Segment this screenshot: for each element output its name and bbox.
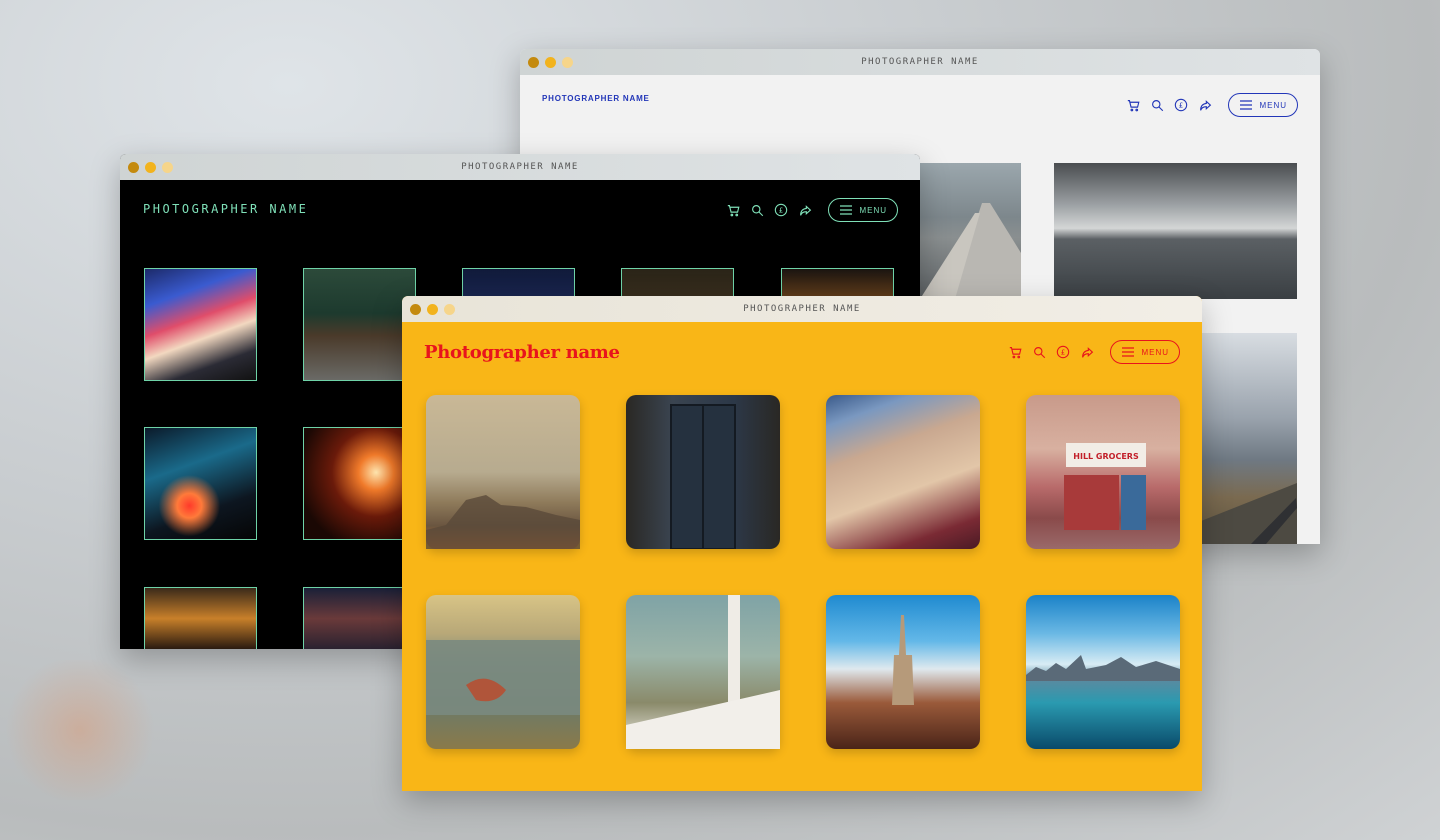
currency-pound-icon[interactable]: £ [774, 203, 788, 217]
gallery-photo-hill-grocers-shop[interactable]: HILL GROCERS [1026, 395, 1180, 549]
site-brand[interactable]: PHOTOGRAPHER NAME [542, 94, 650, 103]
gallery-photo-castle-hill[interactable] [426, 395, 580, 549]
share-icon[interactable] [798, 203, 812, 217]
window-controls [128, 162, 173, 173]
search-icon[interactable] [1032, 345, 1046, 359]
window-title: PHOTOGRAPHER NAME [861, 57, 979, 67]
close-button[interactable] [128, 162, 139, 173]
menu-button[interactable]: MENU [1110, 340, 1180, 364]
window-controls [528, 57, 573, 68]
hamburger-icon [1239, 98, 1253, 112]
menu-button[interactable]: MENU [828, 198, 898, 222]
menu-label: MENU [859, 205, 887, 215]
gallery-photo-empire-state[interactable] [826, 595, 980, 749]
window-title: PHOTOGRAPHER NAME [461, 162, 579, 172]
maximize-button[interactable] [562, 57, 573, 68]
window-title: PHOTOGRAPHER NAME [743, 304, 861, 314]
currency-pound-icon[interactable]: £ [1174, 98, 1188, 112]
menu-button[interactable]: MENU [1228, 93, 1298, 117]
share-icon[interactable] [1080, 345, 1094, 359]
maximize-button[interactable] [444, 304, 455, 315]
gallery-photo-fire-torches[interactable] [303, 427, 416, 540]
search-icon[interactable] [1150, 98, 1164, 112]
gallery-photo-ornate-building[interactable] [826, 395, 980, 549]
site-nav: £ MENU [1126, 93, 1298, 117]
svg-text:£: £ [779, 207, 783, 215]
svg-text:£: £ [1061, 349, 1065, 357]
site-brand[interactable]: Photographer name [424, 342, 620, 363]
gallery-photo-traffic-night[interactable] [144, 427, 257, 540]
window-titlebar: PHOTOGRAPHER NAME [120, 154, 920, 180]
currency-pound-icon[interactable]: £ [1056, 345, 1070, 359]
menu-label: MENU [1141, 347, 1169, 357]
svg-text:HILL GROCERS: HILL GROCERS [1073, 452, 1139, 461]
gallery-photo-walkway[interactable] [920, 163, 1021, 299]
gallery-photo-wooden-door[interactable] [626, 395, 780, 550]
window-titlebar: PHOTOGRAPHER NAME [402, 296, 1202, 322]
minimize-button[interactable] [545, 57, 556, 68]
gallery-photo-city-skyline-water[interactable] [1026, 595, 1180, 749]
browser-window-yellow-theme: PHOTOGRAPHER NAME Photographer name £ ME… [402, 296, 1202, 791]
site-nav: £ MENU [726, 198, 898, 222]
svg-text:£: £ [1179, 102, 1183, 110]
window-titlebar: PHOTOGRAPHER NAME [520, 49, 1320, 75]
cart-icon[interactable] [1008, 345, 1022, 359]
gallery-photo-lantern-street[interactable] [303, 268, 416, 381]
gallery-photo-road-landscape[interactable] [1196, 333, 1297, 544]
gallery-photo-old-train-car[interactable] [426, 595, 580, 749]
hamburger-icon [839, 203, 853, 217]
gallery-photo-city-street-night[interactable] [144, 268, 257, 381]
cart-icon[interactable] [1126, 98, 1140, 112]
search-icon[interactable] [750, 203, 764, 217]
cart-icon[interactable] [726, 203, 740, 217]
background-glow [0, 660, 160, 800]
close-button[interactable] [528, 57, 539, 68]
maximize-button[interactable] [162, 162, 173, 173]
window-controls [410, 304, 455, 315]
hamburger-icon [1121, 345, 1135, 359]
share-icon[interactable] [1198, 98, 1212, 112]
menu-label: MENU [1259, 100, 1287, 110]
gallery-photo-market-lights[interactable] [303, 587, 416, 649]
site-nav: £ MENU [1008, 340, 1180, 364]
minimize-button[interactable] [145, 162, 156, 173]
minimize-button[interactable] [427, 304, 438, 315]
gallery-photo-sea-clouds[interactable] [1054, 163, 1297, 299]
site-brand[interactable]: PHOTOGRAPHER NAME [143, 202, 308, 216]
close-button[interactable] [410, 304, 421, 315]
gallery-photo-bar-interior[interactable] [144, 587, 257, 649]
gallery-photo-porch-view[interactable] [626, 595, 780, 749]
